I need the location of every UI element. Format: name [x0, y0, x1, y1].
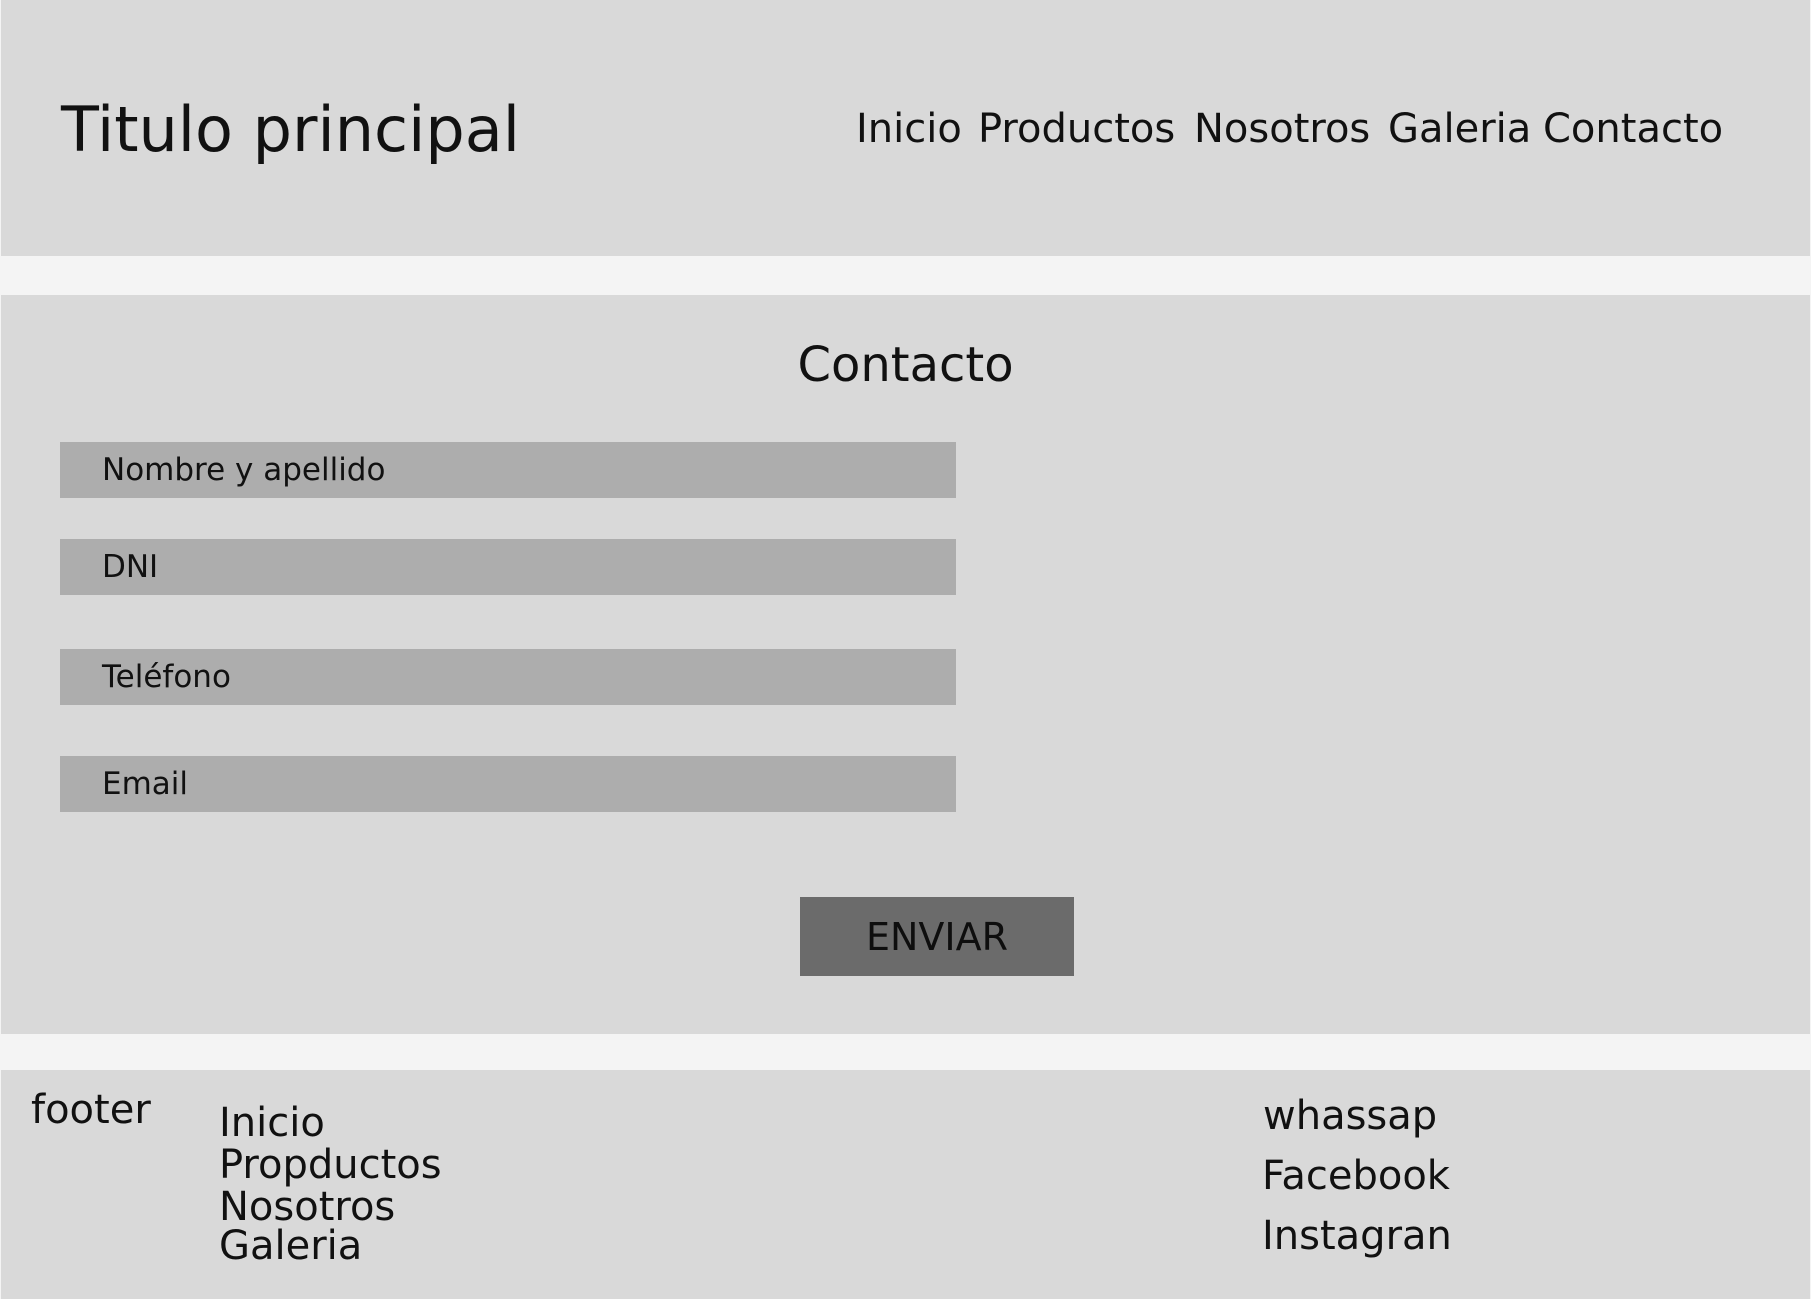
site-title: Titulo principal — [61, 93, 520, 166]
footer-link-whatsapp[interactable]: whassap — [1263, 1091, 1437, 1141]
nav-item-inicio[interactable]: Inicio — [856, 104, 962, 154]
send-button[interactable]: ENVIAR — [800, 897, 1074, 976]
phone-field-label: Teléfono — [102, 659, 231, 695]
phone-field[interactable]: Teléfono — [60, 649, 956, 705]
footer-link-instagram[interactable]: Instagran — [1262, 1211, 1452, 1261]
contact-section: Contacto Nombre y apellido DNI Teléfono … — [1, 295, 1810, 1034]
email-field-label: Email — [102, 766, 189, 802]
name-field-label: Nombre y apellido — [102, 452, 386, 488]
nav-item-nosotros[interactable]: Nosotros — [1194, 104, 1370, 154]
footer-link-facebook[interactable]: Facebook — [1262, 1151, 1450, 1201]
footer-link-productos[interactable]: Propductos — [219, 1144, 442, 1186]
footer-label: footer — [31, 1087, 151, 1133]
email-field[interactable]: Email — [60, 756, 956, 812]
footer-link-nosotros[interactable]: Nosotros — [219, 1186, 395, 1228]
name-field[interactable]: Nombre y apellido — [60, 442, 956, 498]
footer-link-inicio[interactable]: Inicio — [219, 1102, 325, 1144]
nav-item-productos[interactable]: Productos — [978, 104, 1175, 154]
dni-field-label: DNI — [102, 549, 159, 585]
nav-item-galeria[interactable]: Galeria — [1388, 104, 1531, 154]
contact-title: Contacto — [797, 337, 1014, 393]
site-footer: footer Inicio Propductos Nosotros Galeri… — [1, 1070, 1810, 1299]
footer-link-galeria[interactable]: Galeria — [219, 1225, 362, 1267]
nav-item-contacto[interactable]: Contacto — [1543, 104, 1723, 154]
dni-field[interactable]: DNI — [60, 539, 956, 595]
site-header: Titulo principal Inicio Productos Nosotr… — [1, 0, 1810, 256]
